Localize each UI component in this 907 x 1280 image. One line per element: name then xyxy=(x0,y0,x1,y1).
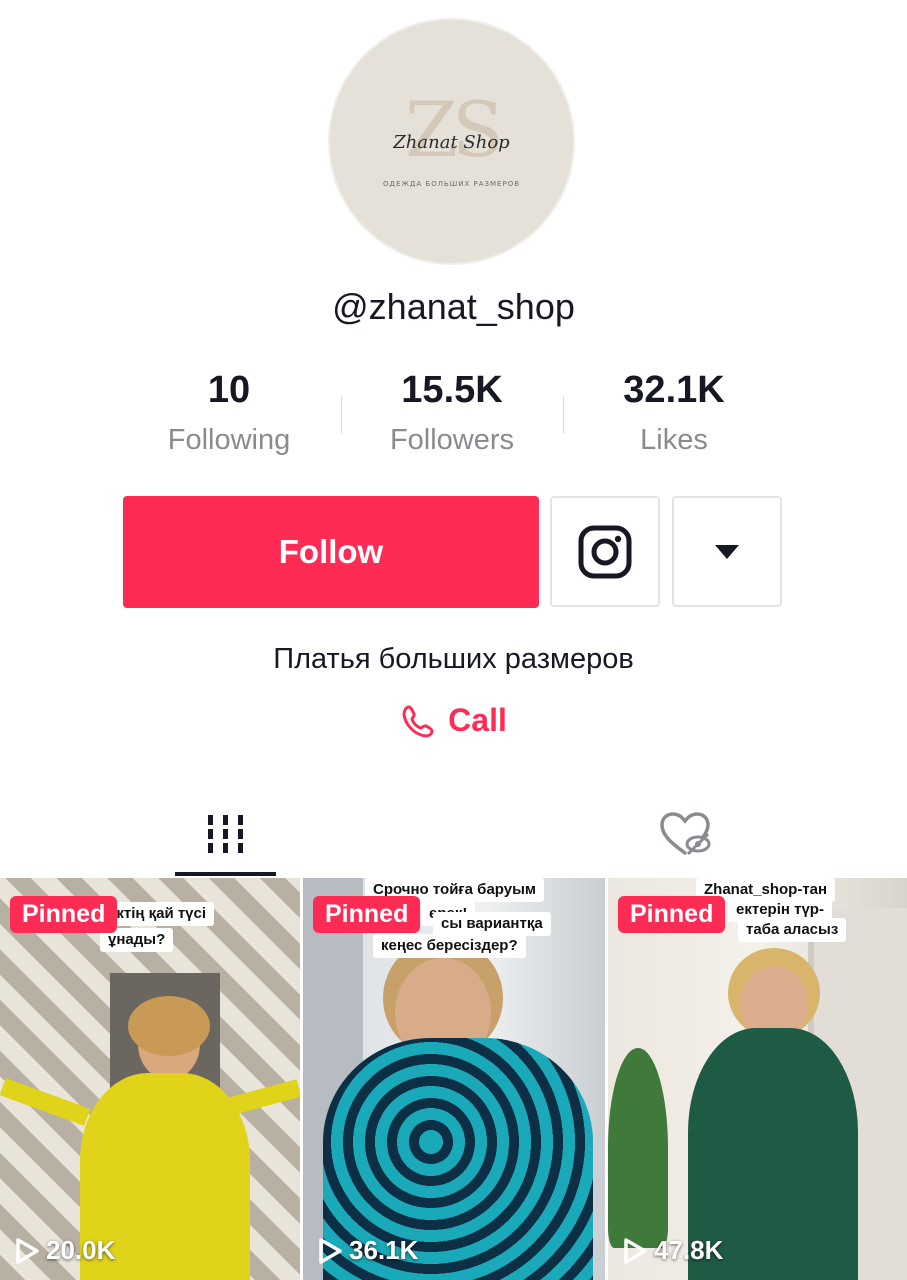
avatar-logo-subtitle: ОДЕЖДА БОЛЬШИХ РАЗМЕРОВ xyxy=(382,180,521,188)
profile-page: ZS Zhanat Shop ОДЕЖДА БОЛЬШИХ РАЗМЕРОВ @… xyxy=(0,0,907,1280)
play-icon xyxy=(16,1237,39,1264)
instagram-button[interactable] xyxy=(550,496,660,607)
stat-value: 15.5K xyxy=(401,369,503,411)
view-count: 20.0K xyxy=(14,1235,115,1266)
hair xyxy=(128,996,210,1056)
stat-label: Following xyxy=(167,424,291,456)
call-link[interactable]: Call xyxy=(0,702,907,739)
video-thumbnail[interactable]: Pinned Zhanat_shop-тан ектерін түр- таба… xyxy=(608,878,907,1280)
username: @zhanat_shop xyxy=(332,286,575,327)
avatar-logo-mark: ZS xyxy=(405,85,504,174)
video-thumbnail[interactable]: Pinned ектің қай түсі ұнады? 20.0K xyxy=(0,878,300,1280)
caret-down-icon xyxy=(715,544,739,559)
stat-label: Likes xyxy=(640,424,708,456)
video-caption: ектің қай түсі xyxy=(100,902,215,926)
view-count-value: 36.1K xyxy=(349,1235,419,1265)
video-thumbnail[interactable]: Pinned Срочно тойға баруым ерек! сы вари… xyxy=(303,878,605,1280)
follow-button[interactable]: Follow xyxy=(123,496,539,608)
more-options-button[interactable] xyxy=(672,496,782,607)
active-tab-indicator xyxy=(175,872,276,876)
pinned-badge: Pinned xyxy=(313,896,421,933)
right-arm xyxy=(228,1079,300,1115)
tab-liked[interactable] xyxy=(634,790,735,878)
stat-followers[interactable]: 15.5K Followers xyxy=(342,368,562,457)
call-label: Call xyxy=(448,702,507,738)
view-count-value: 20.0K xyxy=(46,1235,116,1265)
view-count-value: 47.8K xyxy=(654,1235,724,1265)
view-count: 47.8K xyxy=(622,1235,723,1266)
bio-text: Платья больших размеров xyxy=(273,643,634,675)
video-caption: таба аласыз xyxy=(738,918,847,942)
stat-following[interactable]: 10 Following xyxy=(119,368,339,457)
avatar[interactable]: ZS Zhanat Shop ОДЕЖДА БОЛЬШИХ РАЗМЕРОВ xyxy=(330,20,573,263)
stat-likes[interactable]: 32.1K Likes xyxy=(564,368,784,457)
pinned-badge: Pinned xyxy=(618,896,726,933)
grid-icon xyxy=(207,815,243,853)
avatar-logo-script: Zhanat Shop xyxy=(393,132,510,153)
stat-label: Followers xyxy=(389,424,515,456)
phone-icon xyxy=(402,705,434,737)
tab-videos[interactable] xyxy=(175,790,276,878)
instagram-icon xyxy=(578,525,632,578)
play-icon xyxy=(624,1237,647,1264)
video-caption: кеңес бересіздер? xyxy=(373,934,526,958)
pinned-badge: Pinned xyxy=(10,896,118,933)
stat-value: 10 xyxy=(207,369,251,411)
left-arm xyxy=(0,1078,91,1126)
plant xyxy=(608,1048,668,1248)
video-caption: сы вариантқа xyxy=(433,912,551,936)
liked-hidden-icon xyxy=(659,812,710,856)
play-icon xyxy=(319,1237,342,1264)
stat-value: 32.1K xyxy=(623,369,725,411)
view-count: 36.1K xyxy=(317,1235,418,1266)
